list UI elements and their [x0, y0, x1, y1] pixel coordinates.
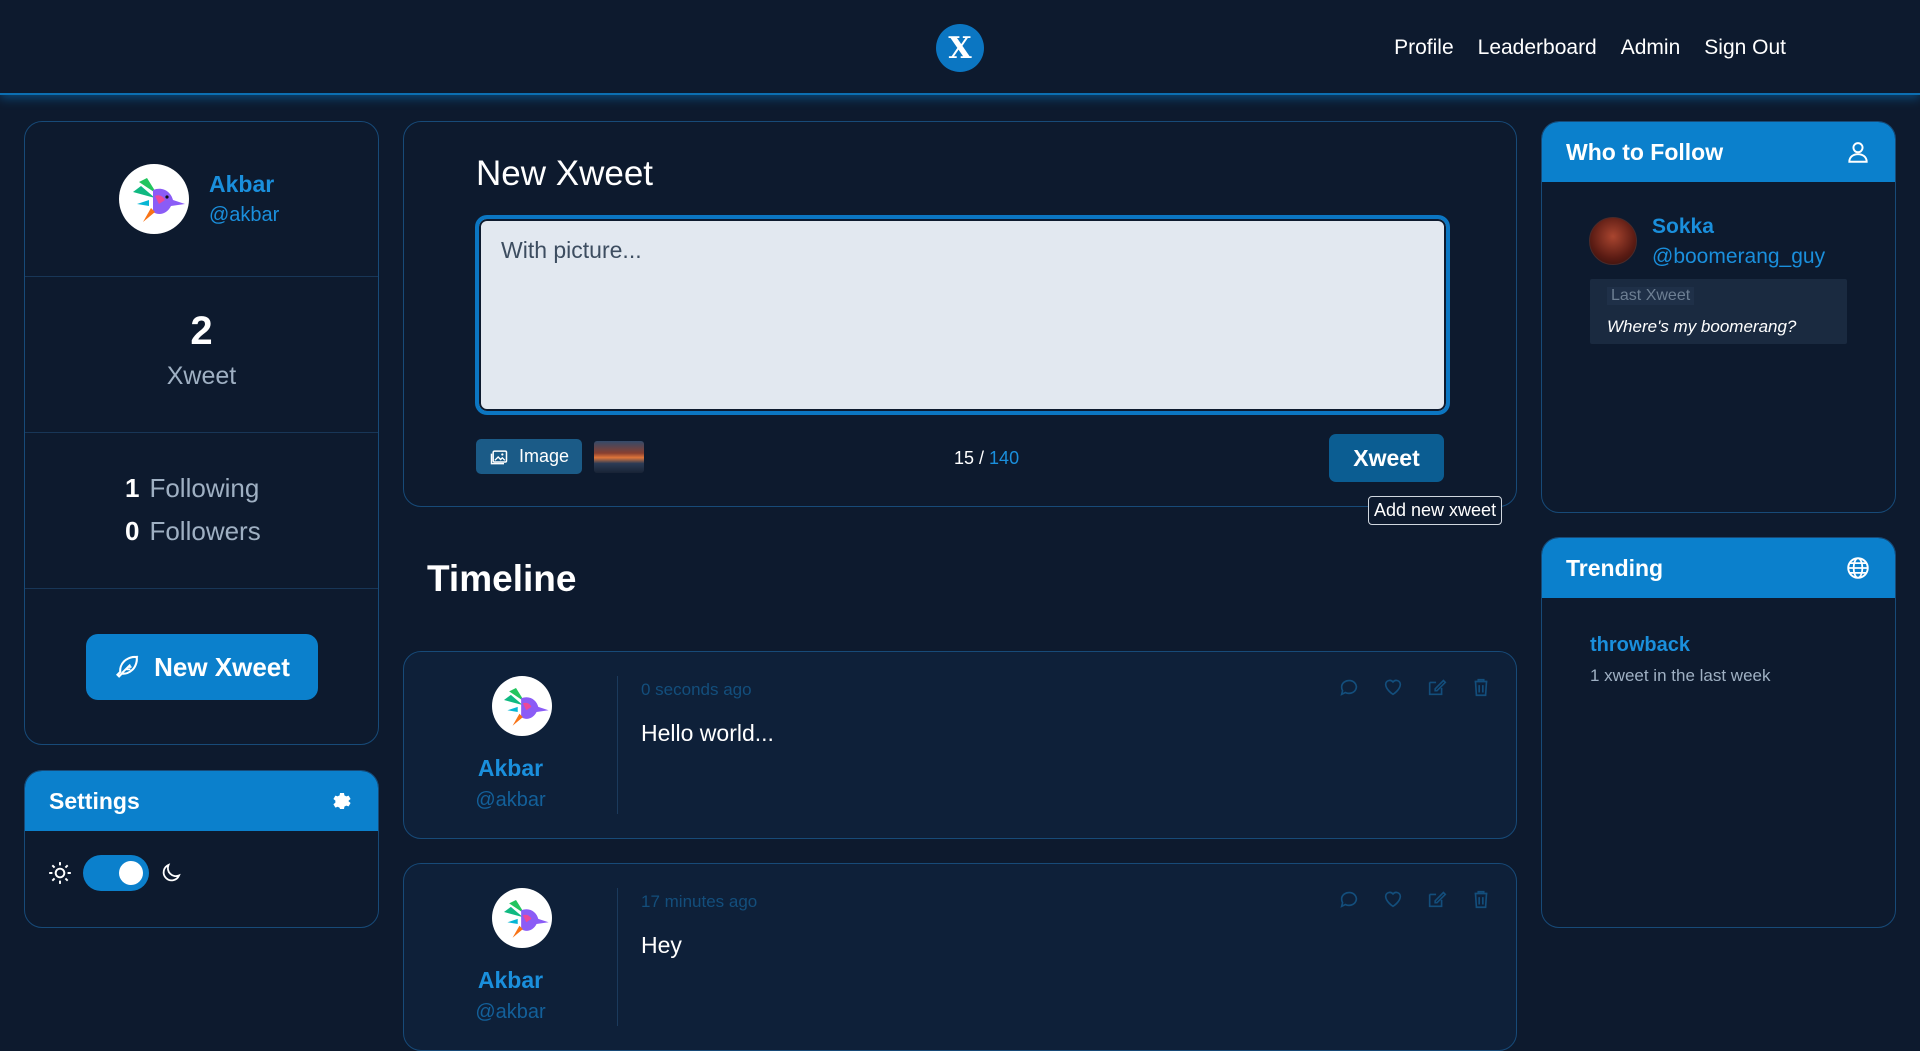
moon-icon — [162, 863, 181, 882]
post-author-name[interactable]: Akbar — [404, 967, 617, 994]
profile-card: Akbar @akbar 2 Xweet 1 Following 0 Followe… — [24, 121, 379, 745]
heart-icon[interactable] — [1382, 676, 1404, 698]
post-author-name[interactable]: Akbar — [404, 755, 617, 782]
avatar[interactable] — [492, 676, 552, 736]
timeline-post: Akbar @akbar 17 minutes ago Hey — [403, 863, 1517, 1051]
trending-card: Trending throwback 1 xweet in the last w… — [1541, 537, 1896, 928]
trash-icon[interactable] — [1470, 676, 1492, 698]
new-xweet-composer: New Xweet With picture... Image 15 / 140… — [403, 121, 1517, 507]
hummingbird-icon — [504, 688, 549, 726]
comment-icon[interactable] — [1338, 888, 1360, 910]
image-button-label: Image — [518, 446, 570, 466]
trending-header: Trending — [1542, 538, 1895, 598]
image-upload-button[interactable]: Image — [476, 439, 582, 474]
theme-toggle[interactable] — [83, 855, 149, 891]
who-to-follow-header: Who to Follow — [1542, 122, 1895, 182]
post-text: Hey — [641, 932, 682, 958]
heart-icon[interactable] — [1382, 888, 1404, 910]
attached-image-thumbnail[interactable] — [594, 441, 644, 473]
trash-icon[interactable] — [1470, 888, 1492, 910]
avatar[interactable] — [492, 888, 552, 948]
feather-icon — [116, 655, 139, 678]
nav-admin-link[interactable]: Admin — [1621, 36, 1681, 60]
xweet-stats: 2 Xweet — [25, 277, 378, 433]
user-icon — [1848, 142, 1868, 163]
trending-count: 1 xweet in the last week — [1590, 666, 1771, 685]
follow-stats: 1 Following 0 Followers — [25, 433, 378, 589]
globe-icon — [1847, 557, 1869, 579]
post-timestamp: 0 seconds ago — [641, 680, 752, 699]
char-count: 15 — [954, 448, 975, 468]
xweet-submit-button[interactable]: Xweet — [1329, 434, 1444, 482]
avatar[interactable] — [1589, 217, 1637, 265]
avatar[interactable] — [119, 164, 189, 234]
who-to-follow-title: Who to Follow — [1566, 138, 1724, 165]
xweet-button-tooltip: Add new xweet — [1368, 496, 1503, 525]
nav-profile-link[interactable]: Profile — [1394, 36, 1454, 60]
hummingbird-icon — [504, 900, 549, 938]
edit-icon[interactable] — [1426, 676, 1448, 698]
trending-title: Trending — [1566, 554, 1664, 581]
char-max: 140 — [989, 448, 1020, 468]
profile-handle[interactable]: @akbar — [209, 204, 279, 227]
suggested-user-name[interactable]: Sokka — [1652, 215, 1714, 239]
new-xweet-label: New Xweet — [154, 651, 290, 682]
post-divider — [617, 888, 618, 1026]
settings-title: Settings — [49, 787, 140, 814]
settings-header: Settings — [25, 771, 378, 831]
xweet-count-label: Xweet — [166, 362, 237, 390]
who-to-follow-card: Who to Follow Sokka @boomerang_guy Last … — [1541, 121, 1896, 513]
top-navbar: X Profile Leaderboard Admin Sign Out — [0, 0, 1920, 95]
gear-icon[interactable] — [330, 789, 354, 813]
nav-leaderboard-link[interactable]: Leaderboard — [1478, 36, 1597, 60]
character-counter: 15 / 140 — [954, 448, 1019, 469]
post-author-handle[interactable]: @akbar — [404, 789, 617, 812]
trending-tag[interactable]: throwback — [1590, 634, 1690, 657]
suggested-user-handle[interactable]: @boomerang_guy — [1652, 245, 1825, 269]
profile-name[interactable]: Akbar — [209, 171, 279, 198]
post-author: Akbar @akbar — [404, 864, 617, 1050]
xweet-textarea[interactable]: With picture... — [475, 215, 1450, 415]
following-label: Following — [149, 473, 260, 503]
timeline-title: Timeline — [427, 558, 577, 599]
last-xweet-label: Last Xweet — [1607, 287, 1695, 305]
followers-label: Followers — [149, 516, 261, 546]
profile-header: Akbar @akbar — [25, 122, 378, 277]
new-xweet-button[interactable]: New Xweet — [86, 634, 318, 700]
post-author-handle[interactable]: @akbar — [404, 1001, 617, 1024]
settings-card: Settings — [24, 770, 379, 928]
sun-icon — [49, 862, 71, 884]
comment-icon[interactable] — [1338, 676, 1360, 698]
edit-icon[interactable] — [1426, 888, 1448, 910]
last-xweet-text: Where's my boomerang? — [1607, 317, 1797, 336]
nav-sign-out-link[interactable]: Sign Out — [1704, 36, 1786, 60]
last-xweet-box: Last Xweet Where's my boomerang? — [1590, 279, 1847, 344]
following-count: 1 — [125, 473, 140, 503]
followers-count: 0 — [125, 516, 140, 546]
post-timestamp: 17 minutes ago — [641, 892, 758, 911]
main-nav: Profile Leaderboard Admin Sign Out — [1394, 36, 1786, 60]
post-author: Akbar @akbar — [404, 652, 617, 838]
char-separator: / — [974, 448, 990, 468]
x-logo-icon[interactable]: X — [936, 24, 984, 72]
xweet-count: 2 — [190, 309, 213, 353]
post-text: Hello world... — [641, 720, 774, 746]
images-icon — [490, 449, 508, 464]
followers-row[interactable]: 0 Followers — [125, 516, 378, 547]
hummingbird-icon — [133, 178, 185, 222]
post-divider — [617, 676, 618, 814]
timeline-post: Akbar @akbar 0 seconds ago Hello world..… — [403, 651, 1517, 839]
composer-title: New Xweet — [476, 154, 654, 193]
following-row[interactable]: 1 Following — [125, 473, 378, 504]
